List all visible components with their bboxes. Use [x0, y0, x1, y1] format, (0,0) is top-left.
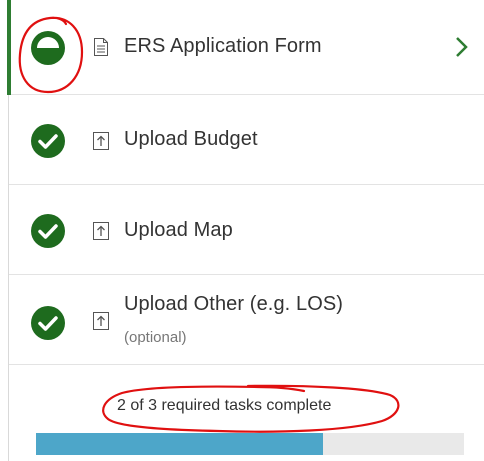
progress-bar	[36, 433, 464, 455]
upload-icon	[93, 132, 109, 150]
document-icon	[94, 38, 108, 56]
task-list-panel: ERS Application Form Upload Budget Uploa…	[0, 0, 484, 461]
check-circle-icon	[31, 214, 65, 248]
in-progress-status-icon	[31, 31, 65, 65]
progress-bar-fill	[36, 433, 323, 455]
chevron-right-icon[interactable]	[454, 36, 470, 58]
task-upload-map[interactable]: Upload Map	[9, 185, 484, 275]
check-circle-icon	[31, 306, 65, 340]
task-optional-note: (optional)	[124, 329, 187, 346]
task-label: Upload Other (e.g. LOS)	[124, 293, 344, 315]
upload-icon	[93, 312, 109, 330]
progress-summary: 2 of 3 required tasks complete	[117, 397, 332, 414]
task-label: Upload Budget	[124, 128, 258, 150]
active-indicator-bar	[7, 0, 11, 95]
task-upload-other[interactable]: Upload Other (e.g. LOS) (optional)	[9, 275, 484, 365]
task-label: Upload Map	[124, 219, 233, 241]
task-upload-budget[interactable]: Upload Budget	[9, 95, 484, 185]
task-ers-application-form[interactable]: ERS Application Form	[7, 0, 484, 95]
check-circle-icon	[31, 124, 65, 158]
task-label: ERS Application Form	[124, 35, 322, 57]
upload-icon	[93, 222, 109, 240]
